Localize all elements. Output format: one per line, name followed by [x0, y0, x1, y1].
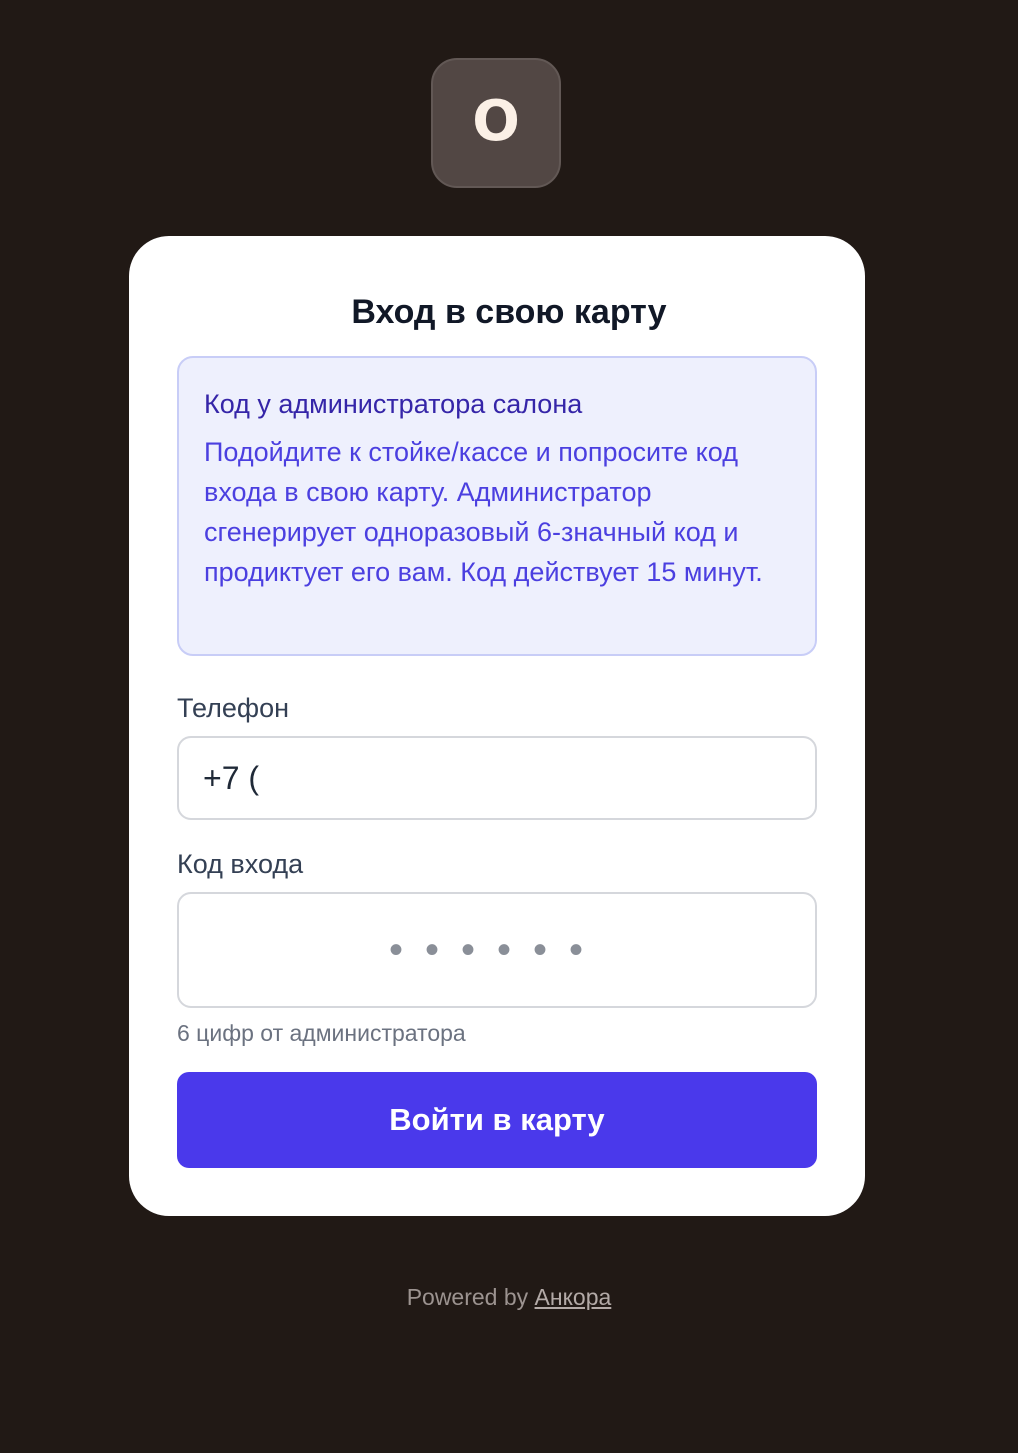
brand-logo-letter: O [472, 89, 520, 154]
info-box: Код у администратора салона Подойдите к … [177, 356, 817, 656]
brand-logo: O [431, 58, 561, 188]
code-input[interactable] [177, 892, 817, 1008]
footer-link[interactable]: Анкора [535, 1284, 612, 1310]
code-hint: 6 цифр от администратора [177, 1020, 466, 1046]
card-title: Вход в свою карту [351, 293, 667, 331]
footer-prefix: Powered by [406, 1284, 529, 1310]
phone-input[interactable] [177, 736, 817, 820]
phone-label: Телефон [177, 693, 290, 723]
code-label: Код входа [177, 849, 304, 879]
submit-button[interactable]: Войти в карту [177, 1072, 817, 1168]
footer: Powered by Анкора [0, 1282, 1018, 1312]
info-text: Подойдите к стойке/кассе и попросите код… [204, 437, 763, 587]
info-title: Код у администратора салона [204, 389, 583, 419]
